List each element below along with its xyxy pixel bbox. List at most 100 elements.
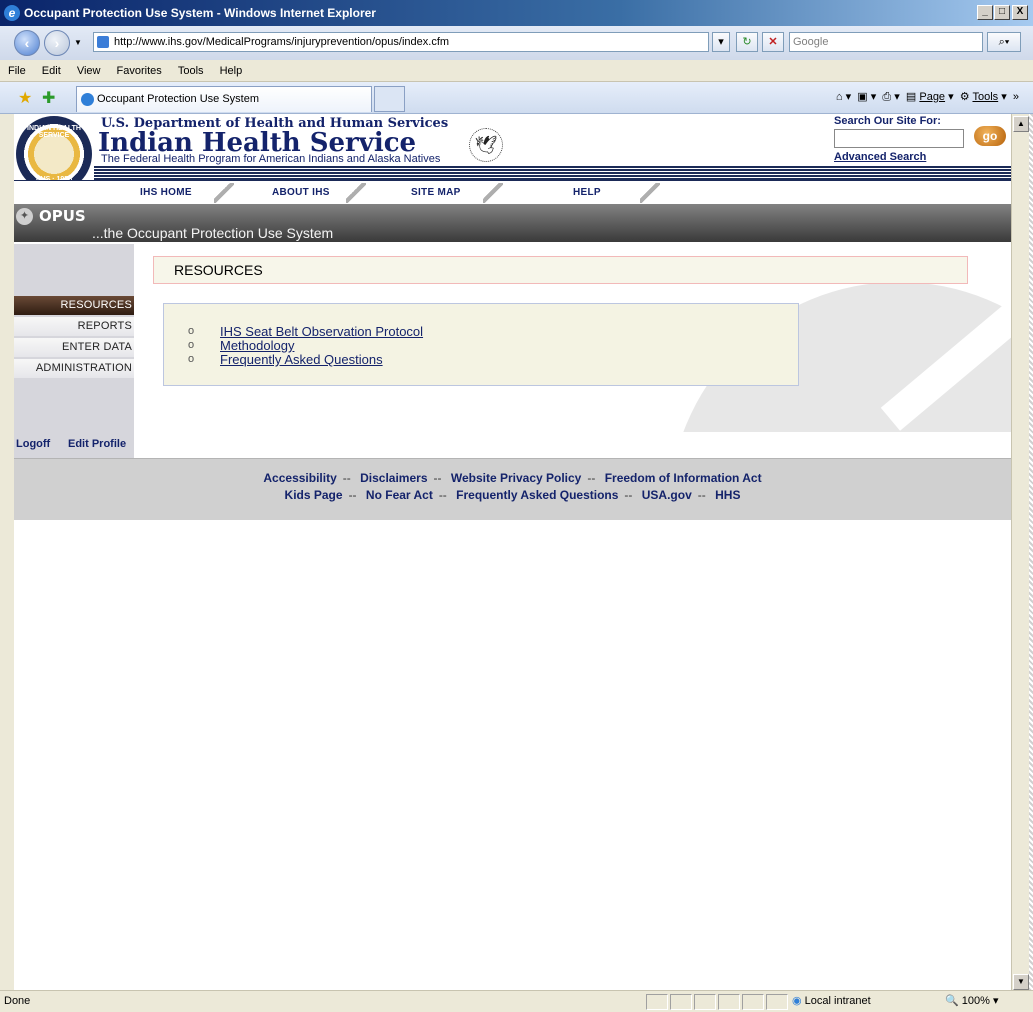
address-url: http://www.ihs.gov/MedicalPrograms/injur… <box>114 36 450 48</box>
ie-tab-icon <box>81 93 94 106</box>
zone-indicator: ◉ Local intranet <box>792 991 871 1011</box>
footer-kids-link[interactable]: Kids Page <box>285 488 343 502</box>
opus-title: OPUS <box>39 207 86 225</box>
nav-ihs-home[interactable]: IHS HOME <box>140 187 192 198</box>
top-navigation: IHS HOME ABOUT IHS SITE MAP HELP <box>14 180 1011 204</box>
logoff-link[interactable]: Logoff <box>16 438 50 450</box>
command-bar: ⌂ ▾ ▣ ▾ ⎙ ▾ ▤ Page ▾ ⚙ Tools ▾ » <box>836 90 1019 104</box>
ie-logo-icon: e <box>4 5 20 21</box>
menu-bar: File Edit View Favorites Tools Help <box>0 60 1033 82</box>
window-title: Occupant Protection Use System - Windows… <box>24 6 376 20</box>
add-favorite-icon[interactable]: ✚ <box>42 88 55 108</box>
menu-edit[interactable]: Edit <box>42 65 61 77</box>
footer-row-1: Accessibility -- Disclaimers -- Website Pr… <box>263 471 762 485</box>
feeds-icon[interactable]: ▣ ▾ <box>857 91 876 103</box>
opus-subtitle: ...the Occupant Protection Use System <box>92 225 334 241</box>
methodology-link[interactable]: Methodology <box>220 338 294 353</box>
agency-tagline: The Federal Health Program for American … <box>101 153 441 165</box>
new-tab-button[interactable] <box>374 86 405 112</box>
zoom-icon: 🔍 <box>945 995 959 1007</box>
vertical-scrollbar[interactable]: ▲ ▼ <box>1011 114 1029 990</box>
maximize-button[interactable]: □ <box>994 5 1010 20</box>
footer-accessibility-link[interactable]: Accessibility <box>263 471 336 485</box>
home-icon[interactable]: ⌂ ▾ <box>836 91 851 103</box>
site-search-label: Search Our Site For: <box>834 115 941 127</box>
status-text: Done <box>4 995 31 1007</box>
header-stripes <box>94 166 1011 180</box>
refresh-icon[interactable]: ↻ <box>736 32 758 52</box>
status-panel <box>766 994 788 1010</box>
footer-faq-link[interactable]: Frequently Asked Questions <box>456 488 618 502</box>
zone-label: Local intranet <box>804 995 871 1007</box>
close-button[interactable]: X <box>1012 5 1028 20</box>
menu-favorites[interactable]: Favorites <box>117 65 162 77</box>
tools-menu[interactable]: ⚙ Tools ▾ <box>960 91 1007 103</box>
intranet-globe-icon: ◉ <box>792 995 802 1007</box>
nav-site-map[interactable]: SITE MAP <box>411 187 461 198</box>
address-dropdown-icon[interactable]: ▾ <box>712 32 730 52</box>
nav-about-ihs[interactable]: ABOUT IHS <box>272 187 330 198</box>
page-content: INDIAN HEALTH SERVICE PHS · 1955 U.S. De… <box>14 114 1011 990</box>
status-panel <box>694 994 716 1010</box>
minimize-button[interactable]: _ <box>977 5 993 20</box>
tab-occupant-protection[interactable]: Occupant Protection Use System <box>76 86 372 112</box>
print-icon[interactable]: ⎙ ▾ <box>882 91 899 103</box>
footer-privacy-link[interactable]: Website Privacy Policy <box>451 471 582 485</box>
search-input[interactable]: Google <box>789 32 983 52</box>
status-panel <box>670 994 692 1010</box>
feather-icon <box>214 183 234 203</box>
site-footer: Accessibility -- Disclaimers -- Website Pr… <box>14 458 1011 520</box>
history-dropdown-icon[interactable]: ▼ <box>74 38 82 47</box>
feather-icon <box>346 183 366 203</box>
opus-banner: ✦ OPUS ...the Occupant Protection Use Sy… <box>14 204 1011 242</box>
hhs-eagle-logo: 🕊 <box>469 128 503 162</box>
faq-link[interactable]: Frequently Asked Questions <box>220 352 383 367</box>
back-button[interactable]: ‹ <box>14 30 40 56</box>
menu-file[interactable]: File <box>8 65 26 77</box>
status-panel <box>646 994 668 1010</box>
scroll-down-icon[interactable]: ▼ <box>1013 974 1029 990</box>
footer-usagov-link[interactable]: USA.gov <box>642 488 692 502</box>
sidebar-item-reports[interactable]: REPORTS <box>14 317 134 336</box>
sidebar-item-enter-data[interactable]: ENTER DATA <box>14 338 134 357</box>
footer-disclaimers-link[interactable]: Disclaimers <box>360 471 427 485</box>
forward-button[interactable]: › <box>44 30 70 56</box>
tab-row: ★ ✚ Occupant Protection Use System ⌂ ▾ ▣… <box>0 82 1033 114</box>
page-menu[interactable]: ▤ Page ▾ <box>906 91 954 103</box>
menu-help[interactable]: Help <box>220 65 243 77</box>
scroll-up-icon[interactable]: ▲ <box>1013 116 1029 132</box>
sidebar-item-resources[interactable]: RESOURCES <box>14 296 134 315</box>
nav-help[interactable]: HELP <box>573 187 601 198</box>
menu-tools[interactable]: Tools <box>178 65 204 77</box>
edit-profile-link[interactable]: Edit Profile <box>68 438 126 450</box>
page-title: RESOURCES <box>153 256 968 284</box>
footer-nofear-link[interactable]: No Fear Act <box>366 488 433 502</box>
chevron-icon[interactable]: » <box>1013 91 1019 103</box>
address-toolbar: ‹ › ▼ http://www.ihs.gov/MedicalPrograms… <box>0 26 1033 60</box>
advanced-search-link[interactable]: Advanced Search <box>834 151 926 163</box>
menu-view[interactable]: View <box>77 65 101 77</box>
footer-row-2: Kids Page -- No Fear Act -- Frequently Ask… <box>284 488 741 502</box>
left-navigation: RESOURCES REPORTS ENTER DATA ADMINISTRAT… <box>14 244 134 458</box>
tab-label: Occupant Protection Use System <box>97 93 260 105</box>
seat-belt-protocol-link[interactable]: IHS Seat Belt Observation Protocol <box>220 324 423 339</box>
footer-hhs-link[interactable]: HHS <box>715 488 740 502</box>
footer-foia-link[interactable]: Freedom of Information Act <box>605 471 762 485</box>
favorites-star-icon[interactable]: ★ <box>18 88 32 108</box>
opus-logo-icon: ✦ <box>16 208 33 225</box>
feather-icon <box>483 183 503 203</box>
go-button[interactable]: go <box>974 126 1006 146</box>
status-panel <box>718 994 740 1010</box>
stop-icon[interactable]: ✕ <box>762 32 784 52</box>
sidebar-item-administration[interactable]: ADMINISTRATION <box>14 359 134 378</box>
zoom-level: 100% <box>961 995 990 1007</box>
feather-icon <box>640 183 660 203</box>
status-bar: Done ◉ Local intranet 🔍 100% ▾ <box>0 990 1033 1012</box>
address-field[interactable]: http://www.ihs.gov/MedicalPrograms/injur… <box>93 32 709 52</box>
page-icon <box>97 36 109 48</box>
status-panel <box>742 994 764 1010</box>
site-search-input[interactable] <box>834 129 964 148</box>
search-button[interactable]: ⌕▾ <box>987 32 1021 52</box>
window-left-edge <box>0 114 14 990</box>
zoom-control[interactable]: 🔍 100% ▾ <box>945 991 998 1011</box>
